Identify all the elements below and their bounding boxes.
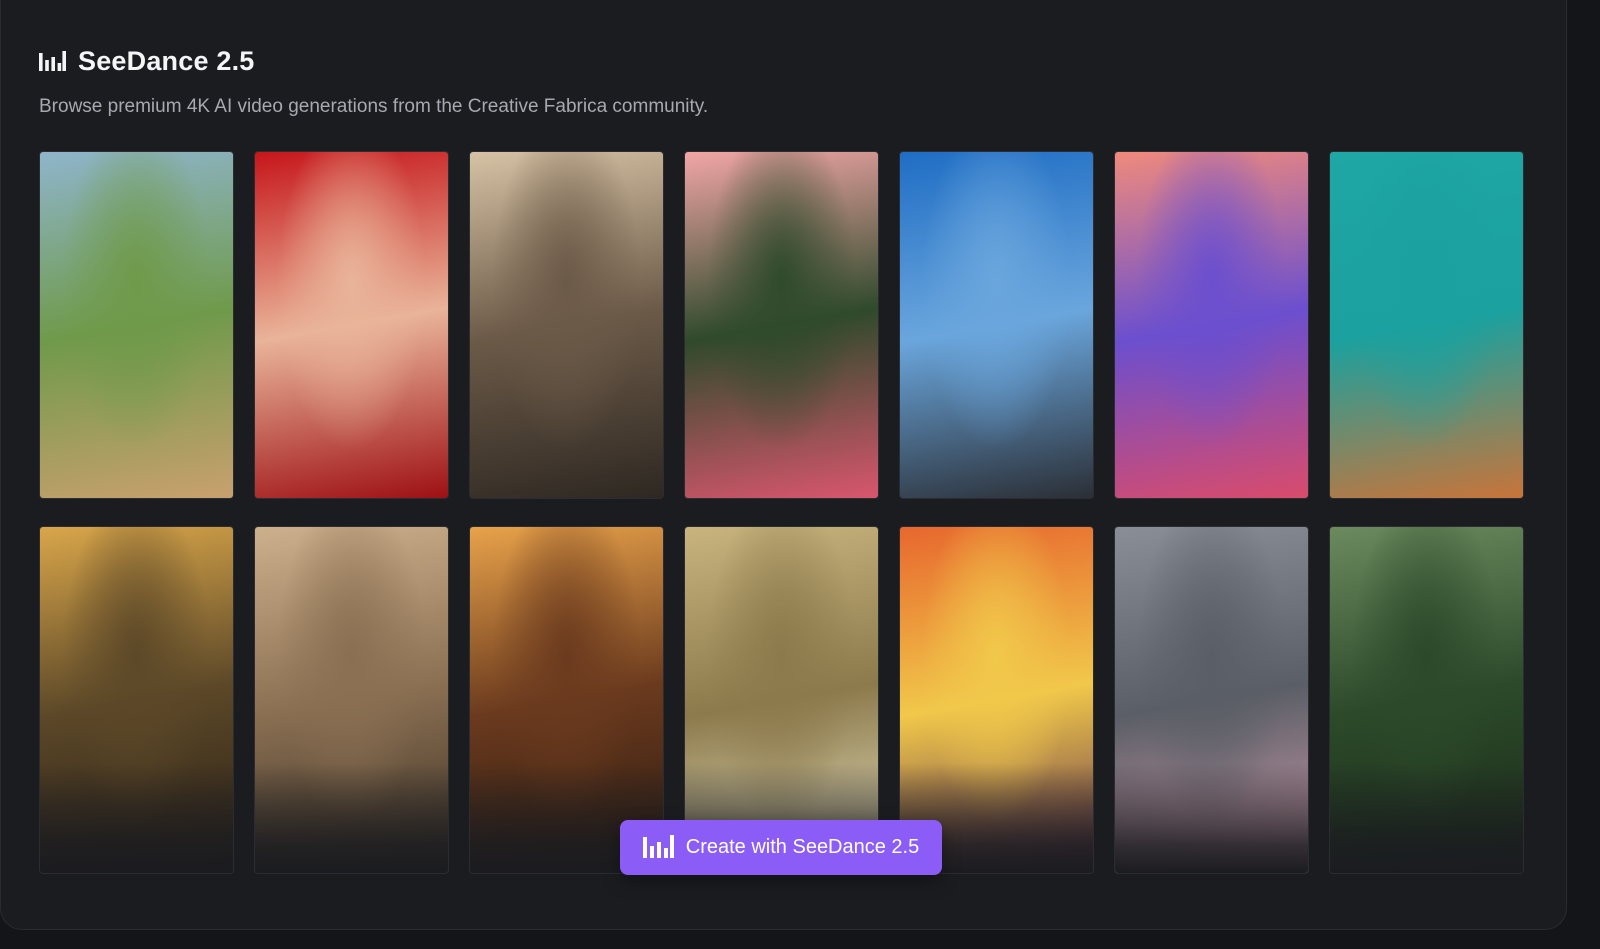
gallery-item[interactable] [1329,526,1524,874]
gallery-header: SeeDance 2.5 [39,46,255,77]
image-thumbnail [470,152,663,498]
gallery-item[interactable] [254,151,449,499]
gallery-item[interactable] [1114,151,1309,499]
page-title: SeeDance 2.5 [78,46,255,76]
create-with-seedance-button[interactable]: Create with SeeDance 2.5 [620,820,942,875]
bottom-fade-overlay [40,763,233,873]
image-thumbnail [255,152,448,498]
gallery-item[interactable] [684,151,879,499]
image-thumbnail [1115,152,1308,498]
image-thumbnail [1330,152,1523,498]
image-thumbnail [685,152,878,498]
gallery-item[interactable] [899,151,1094,499]
bottom-fade-overlay [255,763,448,873]
gallery-item[interactable] [39,151,234,499]
gallery-item[interactable] [39,526,234,874]
gallery-item[interactable] [254,526,449,874]
bottom-fade-overlay [1115,763,1308,873]
create-button-label: Create with SeeDance 2.5 [685,836,920,858]
video-gallery-grid [39,151,1525,874]
bar-chart-icon [642,835,674,858]
page-subtitle: Browse premium 4K AI video generations f… [39,96,709,117]
gallery-item[interactable] [1329,151,1524,499]
bar-chart-icon [39,50,66,71]
gallery-item[interactable] [1114,526,1309,874]
image-thumbnail [900,152,1093,498]
gallery-item[interactable] [469,151,664,499]
image-thumbnail [40,152,233,498]
bottom-fade-overlay [1330,763,1523,873]
